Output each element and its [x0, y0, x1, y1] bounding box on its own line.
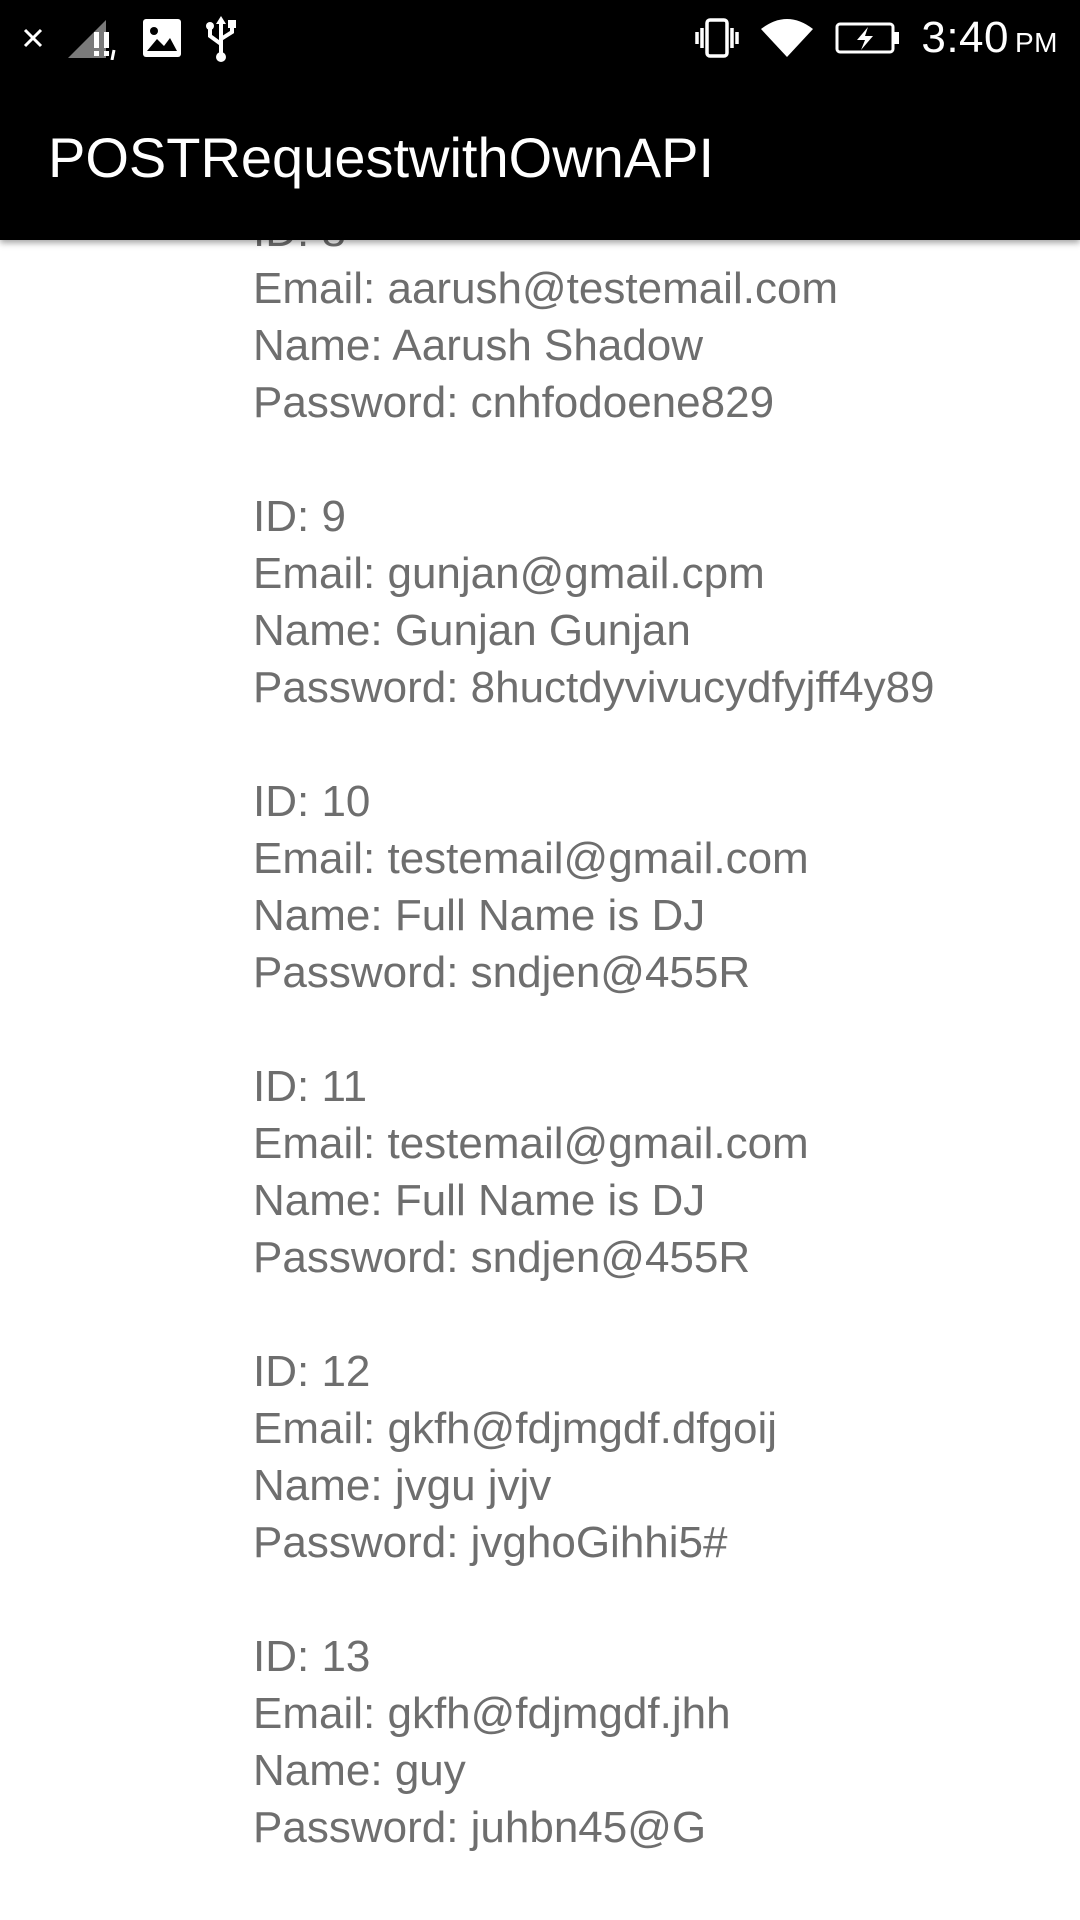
app-title: POSTRequestwithOwnAPI [48, 126, 715, 189]
record-password: Password: sndjen@455R [253, 948, 751, 997]
status-bar-right: 3:40 PM [695, 10, 1058, 66]
record-email: Email: testemail@gmail.com [253, 1119, 809, 1168]
record-id: ID: 12 [253, 1347, 371, 1396]
usb-icon [204, 14, 238, 62]
clock-ampm: PM [1015, 27, 1058, 58]
record-email: Email: testemail@gmail.com [253, 834, 809, 883]
status-bar-left [22, 14, 238, 62]
records-scroll-view[interactable]: ID: 8 Email: aarush@testemail.com Name: Aa… [0, 240, 1080, 1920]
record-name: Name: Full Name is DJ [253, 1176, 706, 1225]
record-item: ID: 10 Email: testemail@gmail.com Name: Fu… [253, 773, 935, 1001]
record-name: Name: Gunjan Gunjan [253, 606, 691, 655]
record-id: ID: 8 [253, 240, 935, 260]
record-item: ID: 13 Email: gkfh@fdjmgdf.jhh Name: guy Pa… [253, 1628, 935, 1856]
record-password: Password: 8huctdyvivucydfyjff4y89 [253, 663, 935, 712]
record-email: Email: gkfh@fdjmgdf.jhh [253, 1689, 731, 1738]
record-name: Name: Full Name is DJ [253, 891, 706, 940]
record-password: Password: cnhfodoene829 [253, 378, 775, 427]
record-item: ID: 11 Email: testemail@gmail.com Name: Fu… [253, 1058, 935, 1286]
record-password: Password: sndjen@455R [253, 1233, 751, 1282]
status-bar: 3:40 PM [0, 0, 1080, 76]
records-list: ID: 8 Email: aarush@testemail.com Name: Aa… [253, 240, 935, 1913]
record-name: Name: guy [253, 1746, 466, 1795]
record-id: ID: 9 [253, 492, 346, 541]
app-screen: 3:40PM POSTRequestwithOwnAPI ID: 8 Email:… [0, 0, 1080, 1920]
no-signal-icon [66, 16, 120, 60]
record-item: ID: 8 Email: aarush@testemail.com Name: Aa… [253, 240, 935, 431]
wifi-icon [759, 17, 815, 59]
clock-time: 3:40 [921, 13, 1009, 62]
battery-charging-icon [835, 22, 901, 54]
record-email: Email: aarush@testemail.com [253, 264, 839, 313]
record-item: ID: 12 Email: gkfh@fdjmgdf.dfgoij Name: jv… [253, 1343, 935, 1571]
close-icon [22, 27, 44, 49]
vibrate-icon [695, 18, 740, 58]
record-name: Name: jvgu jvjv [253, 1461, 552, 1510]
app-bar: POSTRequestwithOwnAPI [0, 76, 1080, 240]
record-password: Password: jvghoGihhi5# [253, 1518, 728, 1567]
record-id: ID: 13 [253, 1632, 371, 1681]
record-id: ID: 11 [253, 1062, 368, 1111]
record-password: Password: juhbn45@G [253, 1803, 707, 1852]
record-name: Name: Aarush Shadow [253, 321, 704, 370]
record-email: Email: gunjan@gmail.cpm [253, 549, 765, 598]
record-item: ID: 9 Email: gunjan@gmail.cpm Name: Gunjan… [253, 488, 935, 716]
image-icon [142, 18, 182, 58]
status-bar-clock: 3:40 PM [921, 13, 1058, 63]
record-email: Email: gkfh@fdjmgdf.dfgoij [253, 1404, 778, 1453]
record-id: ID: 10 [253, 777, 371, 826]
